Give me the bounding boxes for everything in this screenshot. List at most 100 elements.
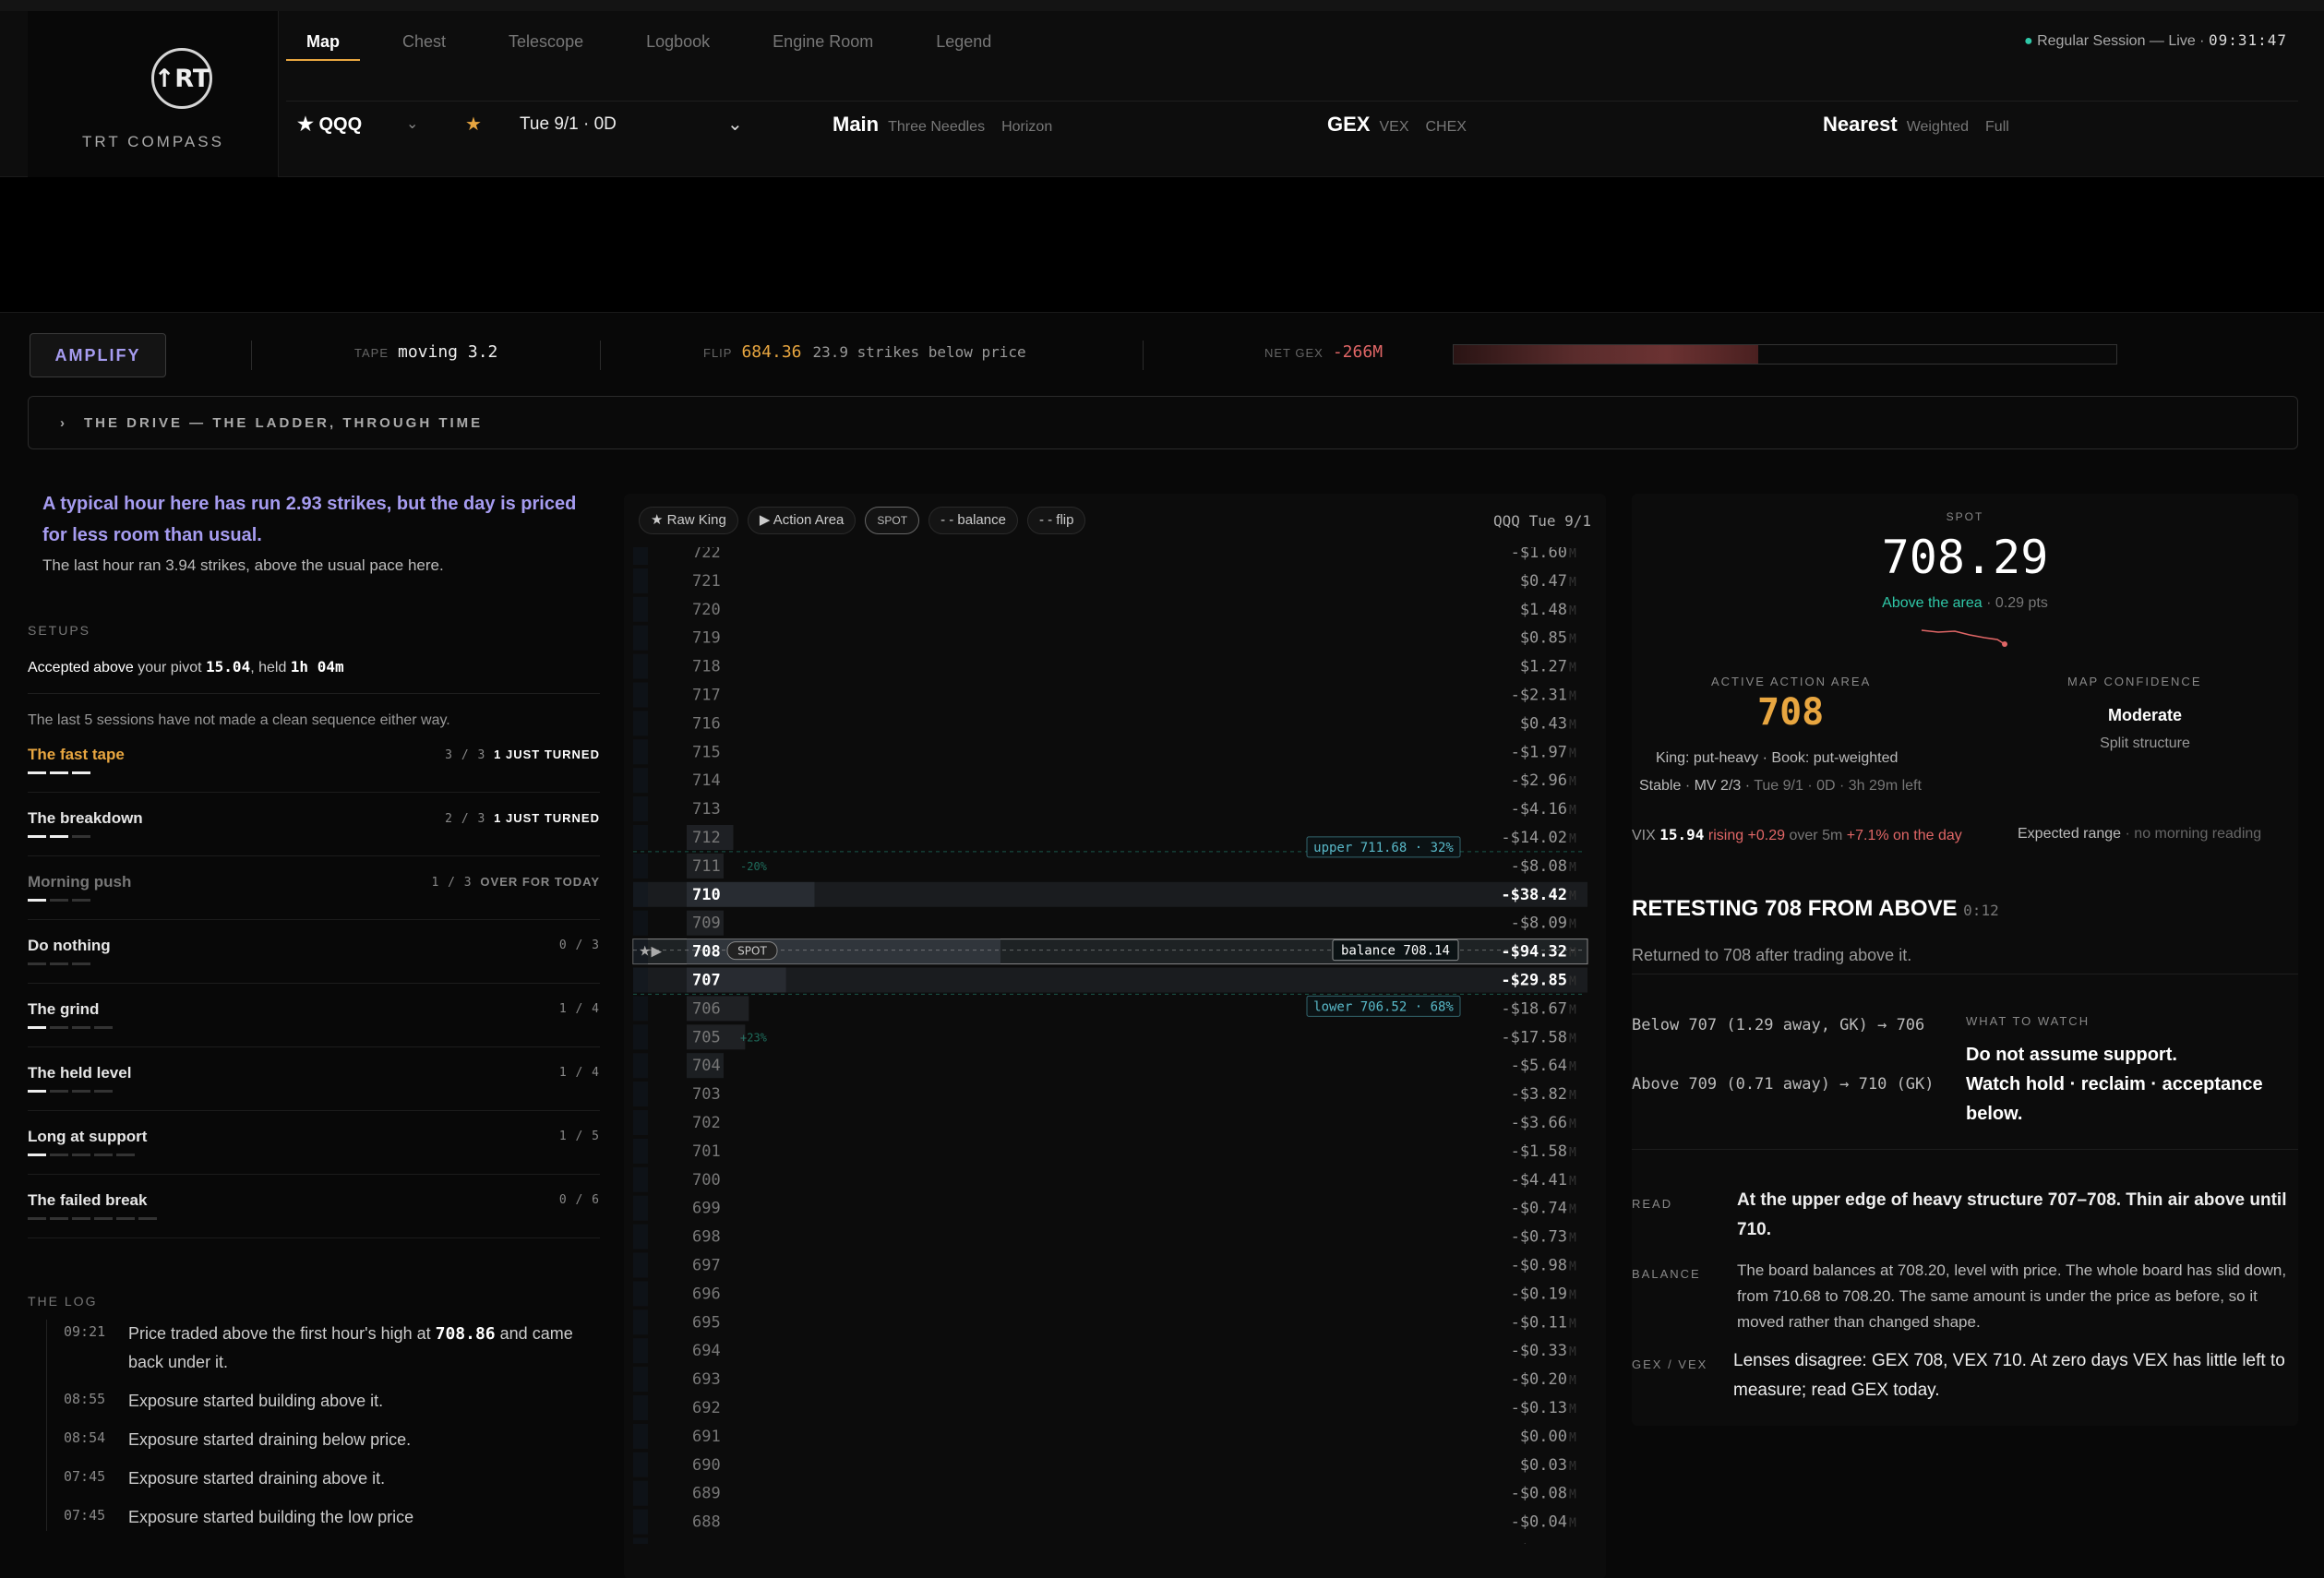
gex-unit: M — [1569, 1175, 1576, 1189]
strike-label: 690 — [692, 1456, 721, 1475]
setup-item[interactable]: The failed break 0 / 6 — [28, 1175, 600, 1238]
strike-label: 718 — [692, 658, 721, 676]
log-message: Exposure started building above it. — [128, 1392, 384, 1410]
tab-chest[interactable]: Chest — [382, 11, 466, 61]
legend-raw-king[interactable]: ★ Raw King — [639, 507, 738, 534]
mode-full[interactable]: Full — [1985, 119, 2009, 135]
gex-unit: M — [1569, 576, 1576, 590]
gex-value: $0.43 — [1520, 714, 1567, 733]
tab-telescope[interactable]: Telescope — [488, 11, 604, 61]
progress-dash — [50, 899, 68, 902]
lens-vex[interactable]: VEX — [1379, 119, 1408, 135]
tab-map[interactable]: Map — [286, 11, 360, 61]
ladder-heat-cell — [633, 1024, 648, 1050]
lens-gex[interactable]: GEX — [1327, 113, 1370, 136]
progress-dash — [72, 1090, 90, 1093]
date-chevron-down-icon[interactable]: ⌄ — [727, 102, 743, 148]
tab-legend[interactable]: Legend — [916, 11, 1012, 61]
ladder-heat-cell — [633, 1338, 648, 1364]
watch-text: Do not assume support. Watch hold · recla… — [1966, 1040, 2298, 1129]
legend-action-area[interactable]: ▶ Action Area — [747, 507, 857, 534]
setup-item[interactable]: Long at support 1 / 5 — [28, 1111, 600, 1175]
book-text: Book: put-weighted — [1771, 750, 1899, 766]
gex-unit: M — [1569, 1232, 1576, 1246]
ticker-select[interactable]: ★ QQQ — [297, 102, 362, 148]
view-three-needles[interactable]: Three Needles — [888, 119, 985, 135]
upper-balance-tag: upper 711.68 · 32% — [1313, 841, 1454, 855]
drive-toggle[interactable]: › THE DRIVE — THE LADDER, THROUGH TIME — [28, 396, 2298, 449]
log-message: Exposure started draining above it. — [128, 1469, 386, 1488]
session-label: Regular Session — Live · — [2037, 33, 2209, 49]
log-entry: 07:45 Exposure started building the low p… — [47, 1503, 600, 1531]
legend-balance[interactable]: - - balance — [928, 507, 1018, 534]
tag-711: -20% — [740, 860, 768, 873]
lens-chex[interactable]: CHEX — [1425, 119, 1466, 135]
strike-label: 717 — [692, 687, 721, 705]
gex-unit: M — [1569, 718, 1576, 732]
gex-value: -$94.32 — [1501, 943, 1567, 962]
setup-item[interactable]: The fast tape 3 / 3 1 JUST TURNED — [28, 729, 600, 793]
setup-progress — [28, 1217, 161, 1220]
strike-label: 705 — [692, 1028, 721, 1046]
balance-label: BALANCE — [1632, 1267, 1701, 1281]
top-strip — [0, 0, 2324, 11]
mode-weighted[interactable]: Weighted — [1907, 119, 1969, 135]
tab-logbook[interactable]: Logbook — [626, 11, 730, 61]
legend-spot[interactable]: SPOT — [865, 507, 920, 534]
vix-rise: rising +0.29 — [1707, 828, 1786, 843]
view-horizon[interactable]: Horizon — [1001, 119, 1052, 135]
compass-logo-icon: ↑RT — [151, 48, 212, 109]
flip-value: 684.36 — [741, 342, 802, 362]
progress-dash — [72, 835, 90, 838]
map-confidence-value: Moderate — [2107, 706, 2182, 724]
ticker-chevron-down-icon[interactable]: ⌄ — [406, 102, 418, 148]
live-dot-icon: ● — [2023, 33, 2038, 49]
mv-text: MV 2/3 — [1694, 778, 1742, 794]
logo[interactable]: ↑RT TRT COMPASS — [28, 11, 279, 177]
ladder-heat-cell — [633, 1423, 648, 1449]
gex-value: -$2.31 — [1511, 687, 1567, 705]
gex-value: -$1.97 — [1511, 743, 1567, 761]
strike-label: 702 — [692, 1114, 721, 1132]
divider — [1632, 1149, 2298, 1150]
gex-value: $0.47 — [1520, 572, 1567, 591]
setup-name: The breakdown — [28, 809, 143, 827]
watch-label: WHAT TO WATCH — [1966, 1014, 2090, 1028]
strike-ladder[interactable]: 722 -$1.60 M 721 $0.47 M 720 $1.48 M 719 $0.85 M 718… — [631, 547, 1591, 1544]
setup-item[interactable]: The breakdown 2 / 3 1 JUST TURNED — [28, 793, 600, 856]
gex-unit: M — [1569, 775, 1576, 789]
view-main[interactable]: Main — [833, 113, 879, 136]
setup-item[interactable]: Morning push 1 / 3 OVER FOR TODAY — [28, 856, 600, 920]
strike-label: 709 — [692, 915, 721, 933]
strike-label: 701 — [692, 1142, 721, 1161]
progress-dash — [28, 771, 46, 774]
ladder-heat-cell — [633, 796, 648, 822]
legend-flip[interactable]: - - flip — [1026, 507, 1086, 534]
tab-engine-room[interactable]: Engine Room — [752, 11, 893, 61]
strike-label: 716 — [692, 714, 721, 733]
amplify-button[interactable]: AMPLIFY — [30, 333, 166, 377]
strike-label: 689 — [692, 1485, 721, 1503]
favorite-star-icon[interactable]: ★ — [465, 102, 482, 148]
setup-item[interactable]: Do nothing 0 / 3 — [28, 920, 600, 984]
gex-value: -$18.67 — [1501, 999, 1567, 1018]
strike-label: 711 — [692, 857, 721, 876]
drive-label: › THE DRIVE — THE LADDER, THROUGH TIME — [60, 415, 483, 431]
setup-name: Do nothing — [28, 937, 111, 954]
gex-value: -$5.64 — [1511, 1057, 1567, 1075]
progress-dash — [28, 1090, 46, 1093]
setup-item[interactable]: The held level 1 / 4 — [28, 1047, 600, 1111]
gex-value: -$0.33 — [1511, 1342, 1567, 1360]
log-message: Exposure started building the low price — [128, 1508, 414, 1526]
sessions-note: The last 5 sessions have not made a clea… — [28, 712, 450, 728]
progress-dash — [50, 835, 68, 838]
ladder-heat-cell — [633, 1252, 648, 1278]
log-entry: 08:55 Exposure started building above it. — [47, 1387, 600, 1415]
gex-value: $0.00 — [1520, 1542, 1567, 1545]
vix-value: 15.94 — [1659, 826, 1705, 843]
date-select[interactable]: Tue 9/1 · 0D — [520, 102, 617, 148]
strike-label: 722 — [692, 547, 721, 562]
setup-name: Long at support — [28, 1128, 148, 1145]
setup-item[interactable]: The grind 1 / 4 — [28, 984, 600, 1047]
mode-nearest[interactable]: Nearest — [1823, 113, 1898, 136]
